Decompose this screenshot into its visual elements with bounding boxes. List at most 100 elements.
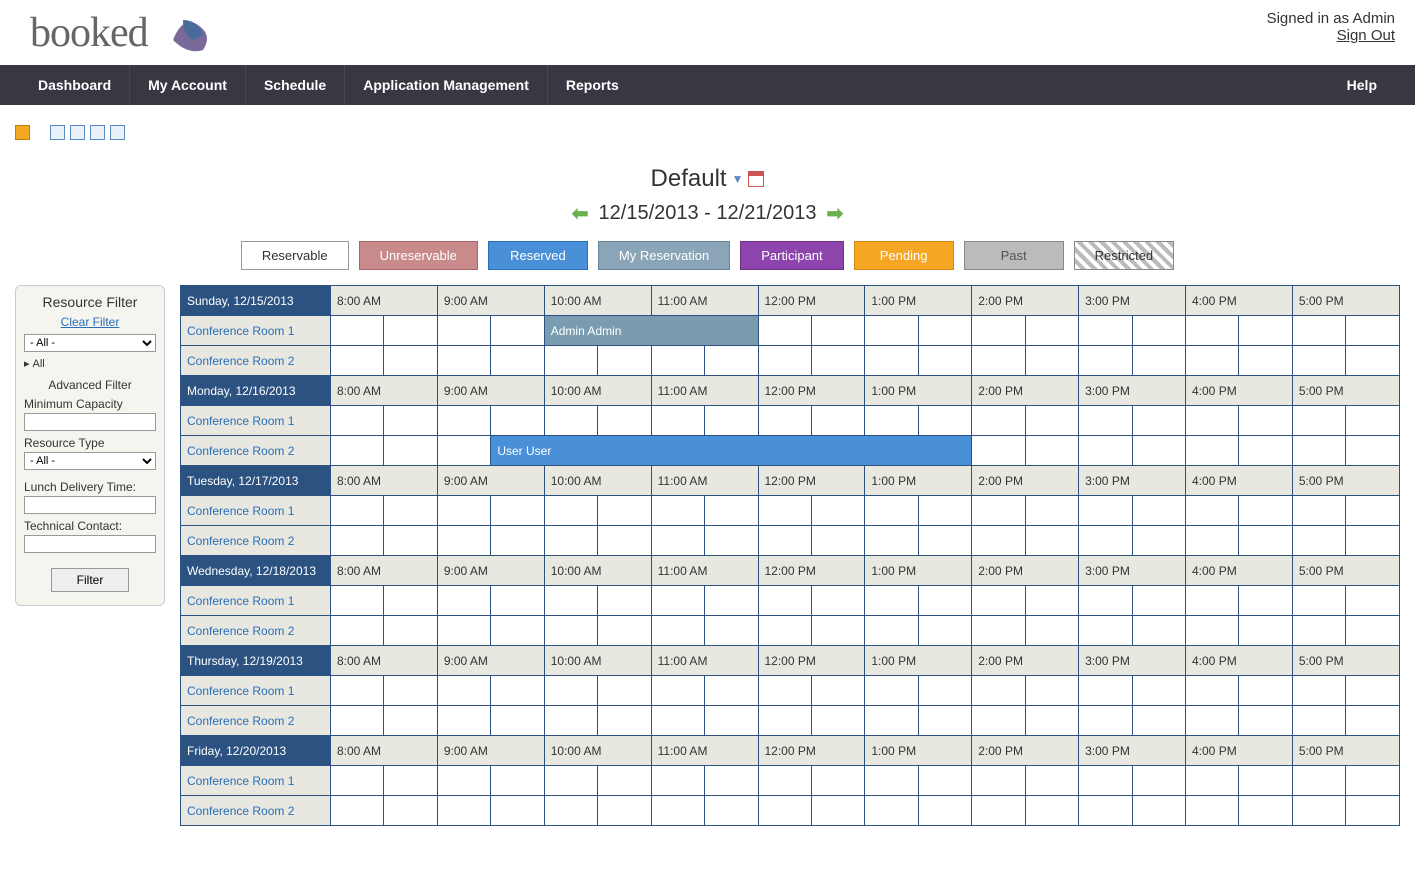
time-slot[interactable] [1186, 526, 1239, 556]
time-slot[interactable] [1292, 616, 1345, 646]
time-slot[interactable] [705, 526, 758, 556]
time-slot[interactable] [1186, 346, 1239, 376]
time-slot[interactable] [1132, 796, 1185, 826]
time-slot[interactable] [1079, 706, 1132, 736]
time-slot[interactable] [705, 586, 758, 616]
time-slot[interactable] [1025, 706, 1078, 736]
prev-week-button[interactable]: ⬅ [572, 201, 589, 226]
time-slot[interactable] [811, 316, 864, 346]
time-slot[interactable] [331, 406, 384, 436]
time-slot[interactable] [384, 676, 437, 706]
time-slot[interactable] [544, 616, 597, 646]
time-slot[interactable] [1239, 706, 1292, 736]
time-slot[interactable] [865, 796, 918, 826]
time-slot[interactable] [437, 346, 490, 376]
time-slot[interactable] [758, 676, 811, 706]
schedule-dropdown-icon[interactable]: ▼ [732, 172, 744, 186]
next-week-button[interactable]: ➡ [826, 201, 843, 226]
view-condensed-icon[interactable] [110, 125, 125, 140]
resource-link[interactable]: Conference Room 1 [181, 496, 331, 526]
time-slot[interactable] [437, 526, 490, 556]
time-slot[interactable] [1346, 586, 1400, 616]
time-slot[interactable] [1346, 346, 1400, 376]
time-slot[interactable] [1239, 526, 1292, 556]
time-slot[interactable] [651, 586, 704, 616]
time-slot[interactable] [384, 766, 437, 796]
time-slot[interactable] [331, 796, 384, 826]
time-slot[interactable] [972, 526, 1025, 556]
time-slot[interactable] [705, 496, 758, 526]
time-slot[interactable] [918, 706, 971, 736]
time-slot[interactable] [384, 706, 437, 736]
calendar-icon[interactable] [748, 171, 764, 187]
time-slot[interactable] [1132, 766, 1185, 796]
time-slot[interactable] [705, 706, 758, 736]
time-slot[interactable] [1346, 706, 1400, 736]
time-slot[interactable] [1292, 796, 1345, 826]
time-slot[interactable] [331, 496, 384, 526]
time-slot[interactable] [1079, 526, 1132, 556]
time-slot[interactable] [758, 796, 811, 826]
time-slot[interactable] [865, 706, 918, 736]
time-slot[interactable] [865, 316, 918, 346]
time-slot[interactable] [651, 796, 704, 826]
time-slot[interactable] [972, 616, 1025, 646]
time-slot[interactable] [437, 676, 490, 706]
time-slot[interactable] [651, 616, 704, 646]
time-slot[interactable] [544, 676, 597, 706]
time-slot[interactable] [331, 616, 384, 646]
time-slot[interactable] [651, 526, 704, 556]
time-slot[interactable] [1292, 436, 1345, 466]
time-slot[interactable] [1025, 616, 1078, 646]
resource-link[interactable]: Conference Room 1 [181, 316, 331, 346]
time-slot[interactable] [972, 706, 1025, 736]
time-slot[interactable] [1292, 676, 1345, 706]
time-slot[interactable] [865, 766, 918, 796]
time-slot[interactable] [758, 526, 811, 556]
time-slot[interactable] [865, 616, 918, 646]
time-slot[interactable] [758, 586, 811, 616]
favorite-icon[interactable] [15, 125, 30, 140]
time-slot[interactable] [544, 586, 597, 616]
time-slot[interactable] [1186, 406, 1239, 436]
time-slot[interactable] [1346, 526, 1400, 556]
time-slot[interactable] [705, 796, 758, 826]
time-slot[interactable] [544, 496, 597, 526]
time-slot[interactable] [384, 526, 437, 556]
time-slot[interactable] [865, 676, 918, 706]
time-slot[interactable] [1132, 346, 1185, 376]
time-slot[interactable] [331, 706, 384, 736]
time-slot[interactable] [1239, 316, 1292, 346]
time-slot[interactable] [544, 796, 597, 826]
time-slot[interactable] [811, 586, 864, 616]
nav-my-account[interactable]: My Account [130, 65, 246, 105]
time-slot[interactable] [1239, 496, 1292, 526]
resource-link[interactable]: Conference Room 2 [181, 706, 331, 736]
time-slot[interactable] [1186, 436, 1239, 466]
time-slot[interactable] [865, 406, 918, 436]
resource-link[interactable]: Conference Room 2 [181, 346, 331, 376]
resource-link[interactable]: Conference Room 1 [181, 676, 331, 706]
time-slot[interactable] [1292, 706, 1345, 736]
time-slot[interactable] [598, 406, 651, 436]
time-slot[interactable] [1132, 586, 1185, 616]
time-slot[interactable] [384, 406, 437, 436]
time-slot[interactable] [437, 586, 490, 616]
time-slot[interactable] [1132, 496, 1185, 526]
time-slot[interactable] [598, 676, 651, 706]
clear-filter-link[interactable]: Clear Filter [24, 315, 156, 329]
logo[interactable]: booked [30, 5, 218, 60]
time-slot[interactable] [651, 676, 704, 706]
time-slot[interactable] [491, 496, 544, 526]
time-slot[interactable] [331, 316, 384, 346]
time-slot[interactable] [1025, 796, 1078, 826]
time-slot[interactable] [972, 436, 1025, 466]
time-slot[interactable] [331, 526, 384, 556]
time-slot[interactable] [705, 616, 758, 646]
time-slot[interactable] [1079, 436, 1132, 466]
time-slot[interactable] [1079, 766, 1132, 796]
time-slot[interactable] [811, 406, 864, 436]
time-slot[interactable] [331, 436, 384, 466]
nav-help[interactable]: Help [1329, 65, 1395, 105]
time-slot[interactable] [437, 406, 490, 436]
